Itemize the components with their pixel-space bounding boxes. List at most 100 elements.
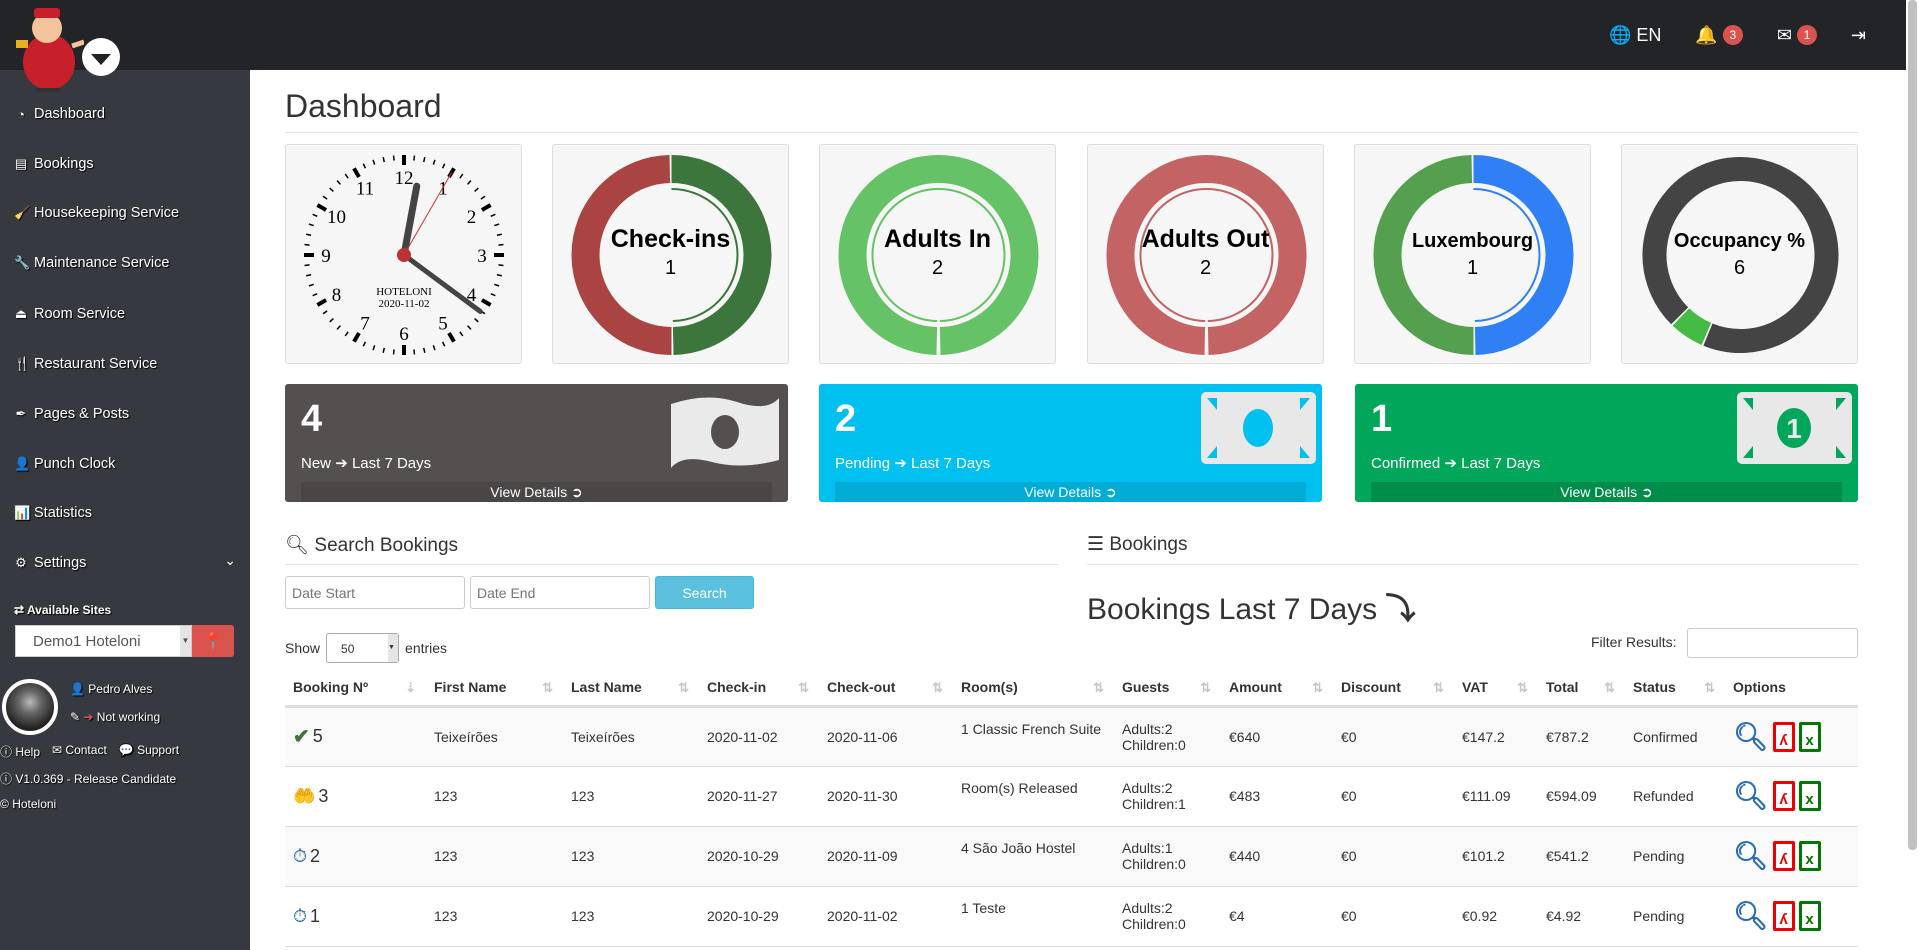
view-details-link[interactable]: View Details ➲ [835,482,1306,502]
column-header[interactable]: Discount ⇅ [1333,670,1454,708]
date-start-input[interactable] [285,576,465,609]
stopwatch-icon: ⏱ [293,845,308,866]
globe-icon: 🌐 [1608,24,1632,45]
sort-icon[interactable]: ⇅ [1093,680,1104,696]
page-scrollbar[interactable] [1908,0,1917,850]
sidebar-item-dashboard[interactable]: ◔ Dashboard [14,106,105,122]
sort-icon[interactable]: ⇅ [1433,680,1444,696]
column-header[interactable]: Status ⇅ [1625,670,1725,708]
sort-icon[interactable]: ⇅ [1312,680,1323,696]
column-header[interactable]: Room(s) ⇅ [953,670,1114,708]
column-header[interactable]: Guests ⇅ [1114,670,1221,708]
donut-segment[interactable] [1672,308,1712,345]
pdf-export-icon[interactable]: ʎ [1772,841,1795,871]
work-status[interactable]: ✎ ➜ Not working [70,710,160,724]
notifications-button[interactable]: 🔔 3 [1695,25,1743,46]
column-header[interactable]: Booking Nº ⇣ [285,670,426,708]
date-end-input[interactable] [470,576,650,609]
donut-segment[interactable] [1106,155,1307,355]
sidebar-item-housekeeping-service[interactable]: 🧹 Housekeeping Service [14,205,179,221]
logout-button[interactable]: ⇥ [1851,25,1866,46]
user-name[interactable]: 👤 Pedro Alves [70,682,152,696]
language-selector[interactable]: 🌐 EN [1609,25,1661,46]
excel-export-icon[interactable]: x [1798,781,1821,811]
pdf-export-icon[interactable]: ʎ [1772,781,1795,811]
sort-icon[interactable]: ⇅ [1604,680,1615,696]
guests: Adults:2 Children:1 [1114,766,1221,827]
sort-icon[interactable]: ⇅ [1704,680,1715,696]
page-size-select[interactable]: 50 ▼ [326,633,400,663]
messages-button[interactable]: ✉ 1 [1777,25,1817,46]
contact-link[interactable]: ✉ Contact [52,743,107,760]
arrow-circle-right-icon: ➲ [1640,484,1653,500]
donut-segment[interactable] [1642,157,1839,353]
table-row: ⏱ 1 123 123 2020-10-29 2020-11-02 1 Teste A… [285,886,1858,947]
sidebar-item-settings[interactable]: ⚙ Settings [14,555,86,571]
sort-icon[interactable]: ⇅ [678,680,689,696]
view-booking-icon[interactable]: 🔍︎ [1733,842,1769,870]
search-button[interactable]: Search [655,576,754,609]
bellboy-logo[interactable] [14,4,84,92]
sidebar-item-bookings[interactable]: ▤ Bookings [14,156,94,172]
view-booking-icon[interactable]: 🔍︎ [1733,902,1769,930]
column-header[interactable]: Total ⇅ [1538,670,1625,708]
booking-number: 3 [318,785,329,806]
help-link[interactable]: ⓘ Help [0,743,40,760]
donut-segment[interactable] [1473,155,1574,355]
donut-segment[interactable] [571,155,672,355]
support-link[interactable]: 💬 Support [119,743,179,760]
bell-concierge-icon: ⏏ [14,306,28,321]
site-map-button[interactable]: 📍 [192,625,234,657]
clock-tick [459,331,464,337]
avatar[interactable] [2,679,58,735]
sidebar-item-pages-posts[interactable]: ✒ Pages & Posts [14,406,130,422]
sidebar-item-punch-clock[interactable]: 👤 Punch Clock [14,456,115,472]
clock-number: 8 [332,285,342,306]
excel-export-icon[interactable]: x [1798,721,1821,752]
column-header[interactable]: Amount ⇅ [1221,670,1333,708]
pdf-export-icon[interactable]: ʎ [1772,901,1795,931]
sidebar-item-restaurant-service[interactable]: 🍴 Restaurant Service [14,356,157,372]
view-booking-icon[interactable]: 🔍︎ [1733,782,1769,810]
column-header[interactable]: Check-out ⇅ [819,670,953,708]
sort-icon[interactable]: ⇅ [798,680,809,696]
map-marker-icon: 📍 [203,633,223,650]
chevron-down-icon[interactable]: ⌄ [224,552,236,569]
donut-segment[interactable] [671,155,772,355]
view-booking-icon[interactable]: 🔍︎ [1733,722,1769,751]
site-select[interactable]: Demo1 Hoteloni ▼ [15,625,192,657]
sort-icon[interactable]: ⇣ [405,680,416,696]
clock-number: 2 [467,207,477,228]
sidebar-toggle-button[interactable] [82,38,120,76]
filter-input[interactable] [1687,628,1858,658]
view-details-link[interactable]: View Details ➲ [1371,482,1842,502]
column-header[interactable]: VAT ⇅ [1454,670,1538,708]
panel-count: 1 [1371,398,1393,440]
column-header[interactable]: Last Name ⇅ [563,670,699,708]
sort-icon[interactable]: ⇅ [1200,680,1211,696]
sort-icon[interactable]: ⇅ [542,680,553,696]
donut-segment[interactable] [838,155,1039,355]
booking-number: 1 [310,905,321,926]
view-details-link[interactable]: View Details ➲ [301,482,772,502]
clock-tick [474,187,479,192]
excel-export-icon[interactable]: x [1798,901,1821,931]
sidebar-item-maintenance-service[interactable]: 🔧 Maintenance Service [14,255,169,271]
sort-icon[interactable]: ⇅ [932,680,943,696]
sidebar-item-statistics[interactable]: 📊 Statistics [14,505,92,521]
clock-tick [498,264,504,267]
sidebar: ◔ Dashboard ▤ Bookings 🧹 Housekeeping Service… [0,70,250,950]
sidebar-item-room-service[interactable]: ⏏ Room Service [14,306,125,322]
arrow-circle-right-icon: ➲ [1104,484,1117,500]
donut-segment[interactable] [1373,155,1474,355]
column-header[interactable]: First Name ⇅ [426,670,563,708]
pdf-export-icon[interactable]: ʎ [1772,721,1795,752]
clock-tick [372,345,376,351]
excel-export-icon[interactable]: x [1798,841,1821,871]
sort-icon[interactable]: ⇅ [1517,680,1528,696]
bookings-pending-panel: 2 Pending ➔ Last 7 Days View Details ➲ [819,384,1322,502]
column-header[interactable]: Check-in ⇅ [699,670,819,708]
last-name: 123 [563,766,699,827]
clock-tick [372,159,376,165]
clock-tick [308,223,314,227]
